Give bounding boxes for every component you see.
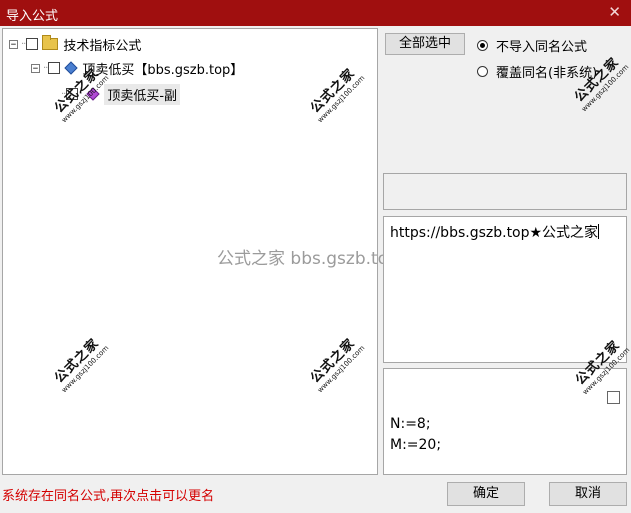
watermark: 公式之家 www.gszj100.com: [571, 54, 631, 114]
close-icon[interactable]: ✕: [608, 3, 621, 21]
tree-connector: ··: [43, 62, 48, 74]
radio-no-import-indicator[interactable]: [477, 40, 488, 51]
child-checkbox[interactable]: [48, 62, 61, 74]
tree-connector: ··: [21, 38, 26, 50]
tree-node-root[interactable]: − ·· 技术指标公式: [9, 34, 141, 54]
options-panel: 全部选中 不导入同名公式 覆盖同名(非系统) 公式之家 www.gszj100.…: [381, 28, 631, 475]
radio-overwrite-indicator[interactable]: [477, 66, 488, 77]
status-message: 系统存在同名公式,再次点击可以更名: [2, 489, 215, 504]
tree-node-leaf[interactable]: ·· 顶卖低买-副: [61, 83, 181, 105]
collapse-icon[interactable]: −: [31, 63, 40, 73]
formula-icon: [86, 87, 101, 101]
description-textarea[interactable]: https://bbs.gszb.top★公式之家: [383, 216, 627, 363]
formula-code-box[interactable]: N:=8; M:=20; 公式之家 www.gszj100.com: [383, 338, 631, 475]
collapse-icon[interactable]: −: [9, 39, 18, 49]
code-checkbox[interactable]: [607, 391, 620, 404]
title-bar: 导入公式 ✕: [0, 0, 631, 26]
radio-overwrite-label: 覆盖同名(非系统): [496, 66, 598, 81]
tree-connector: ··: [61, 88, 66, 100]
root-checkbox[interactable]: [26, 38, 39, 50]
watermark: 公式之家 www.gszj100.com: [307, 65, 367, 125]
select-all-button[interactable]: 全部选中: [385, 33, 465, 55]
code-line-1: N:=8;: [390, 416, 431, 432]
ok-button[interactable]: 确定: [447, 482, 525, 506]
tree-node-leaf-label: 顶卖低买-副: [104, 83, 181, 105]
description-text: https://bbs.gszb.top★公式之家: [390, 225, 599, 241]
formula-tree[interactable]: − ·· 技术指标公式 − ·· 顶卖低买【bbs.gszb.top】 ·· 顶…: [2, 28, 378, 475]
tree-node-root-label: 技术指标公式: [63, 38, 142, 54]
watermark: 公式之家 www.gszj100.com: [51, 335, 111, 395]
blank-field: [383, 173, 627, 210]
window-title: 导入公式: [6, 9, 59, 24]
leaf-checkbox[interactable]: [66, 88, 79, 100]
radio-no-import-label: 不导入同名公式: [496, 40, 588, 55]
formula-group-icon: [64, 61, 79, 75]
text-caret: [598, 224, 600, 239]
tree-node-child[interactable]: − ·· 顶卖低买【bbs.gszb.top】: [31, 58, 243, 78]
code-line-2: M:=20;: [390, 437, 442, 453]
watermark: 公式之家 www.gszj100.com: [307, 335, 367, 395]
radio-no-import[interactable]: 不导入同名公式: [477, 36, 587, 55]
tree-node-child-label: 顶卖低买【bbs.gszb.top】: [82, 62, 244, 78]
radio-overwrite[interactable]: 覆盖同名(非系统): [477, 62, 597, 81]
cancel-button[interactable]: 取消: [549, 482, 627, 506]
folder-icon: [42, 35, 59, 50]
